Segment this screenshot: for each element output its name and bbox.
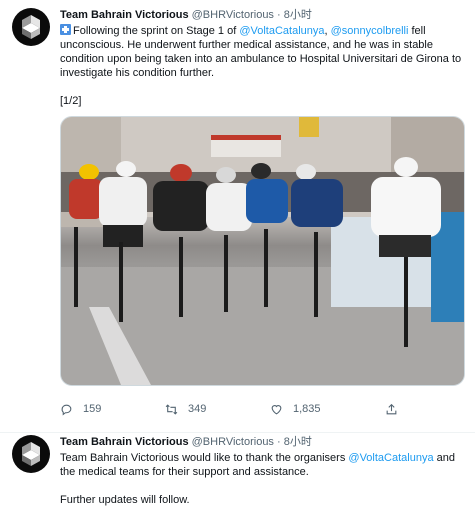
tweet-header: Team Bahrain Victorious @BHRVictorious ·…: [60, 435, 463, 449]
text-segment: Team Bahrain Victorious would like to th…: [60, 452, 349, 464]
bahrain-victorious-logo-icon: [22, 15, 40, 39]
author-handle[interactable]: @BHRVictorious: [192, 9, 274, 21]
bahrain-victorious-logo-icon: [22, 442, 40, 466]
share-icon: [386, 403, 397, 414]
avatar[interactable]: [12, 8, 50, 46]
tweet-actions: 159 349 1,835: [60, 394, 463, 424]
mention-sonnycolbrelli[interactable]: @sonnycolbrelli: [331, 25, 409, 37]
retweet-count: 349: [188, 403, 207, 415]
cyclists-sprint-image: [61, 117, 464, 385]
timestamp[interactable]: 8小时: [284, 9, 312, 21]
reply-count: 159: [83, 403, 102, 415]
timestamp[interactable]: 8小时: [284, 436, 312, 448]
tweet-photo[interactable]: [60, 116, 465, 386]
share-action[interactable]: [385, 403, 398, 416]
hospital-emoji-icon: [60, 24, 71, 35]
reply-icon: [61, 404, 72, 415]
author-name[interactable]: Team Bahrain Victorious: [60, 436, 189, 448]
separator-dot: ·: [277, 436, 281, 448]
tweet-1[interactable]: Team Bahrain Victorious @BHRVictorious ·…: [0, 0, 475, 424]
author-name[interactable]: Team Bahrain Victorious: [60, 9, 189, 21]
like-action[interactable]: 1,835: [270, 403, 385, 416]
tweet-text: Following the sprint on Stage 1 of @Volt…: [60, 24, 463, 108]
tweet-header: Team Bahrain Victorious @BHRVictorious ·…: [60, 8, 463, 22]
mention-voltacatalunya[interactable]: @VoltaCatalunya: [239, 25, 324, 37]
avatar[interactable]: [12, 435, 50, 473]
reply-action[interactable]: 159: [60, 403, 165, 416]
thread-counter: [1/2]: [60, 95, 82, 107]
text-segment: Following the sprint on Stage 1 of: [73, 25, 240, 37]
like-icon: [271, 404, 282, 414]
like-count: 1,835: [293, 403, 321, 415]
tweet-2[interactable]: Team Bahrain Victorious @BHRVictorious ·…: [0, 424, 475, 507]
tweet-text: Team Bahrain Victorious would like to th…: [60, 451, 463, 507]
retweet-action[interactable]: 349: [165, 403, 270, 416]
separator-dot: ·: [277, 9, 281, 21]
text-segment: Further updates will follow.: [60, 494, 190, 506]
mention-voltacatalunya[interactable]: @VoltaCatalunya: [348, 452, 433, 464]
author-handle[interactable]: @BHRVictorious: [192, 436, 274, 448]
retweet-icon: [165, 403, 178, 415]
